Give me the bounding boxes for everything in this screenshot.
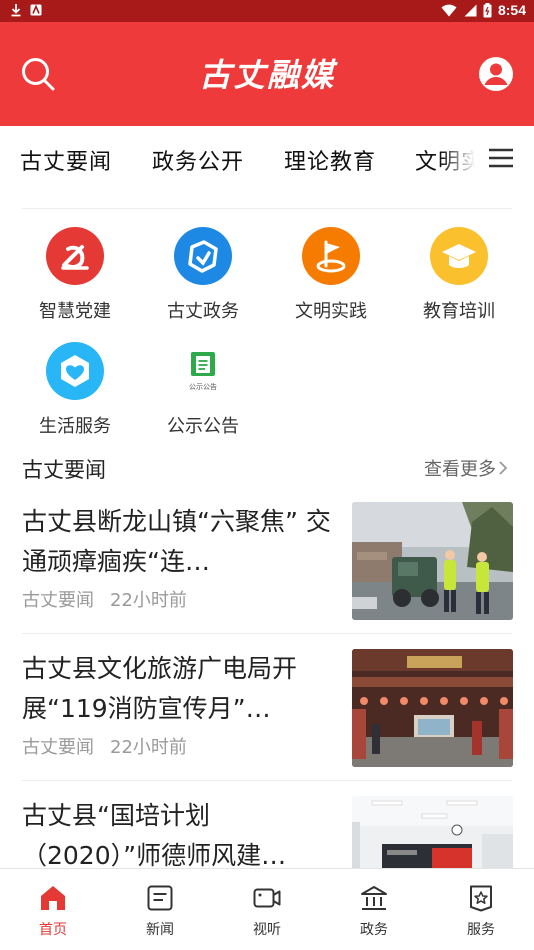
news-title: 古丈县文化旅游广电局开展“119消防宣传月”… — [22, 654, 298, 723]
nav-label: 新闻 — [146, 922, 174, 938]
quick-link-guzhang-gov[interactable]: 古丈政务 — [148, 227, 258, 327]
news-source: 古丈要闻 — [22, 737, 94, 758]
news-time: 22小时前 — [110, 590, 187, 611]
news-icon — [147, 885, 173, 911]
quick-link-label: 文明实践 — [295, 301, 367, 322]
bottom-navigation: 首页 新闻 视听 政务 服务 — [0, 868, 534, 950]
quick-link-label: 生活服务 — [39, 416, 111, 437]
nav-government[interactable]: 政务 — [344, 883, 404, 939]
news-title: 古丈县断龙山镇“六聚焦” 交通顽瘴痼疾“连… — [22, 507, 331, 576]
user-profile-button[interactable] — [478, 56, 514, 92]
quick-link-label: 公示公告 — [167, 416, 239, 437]
service-icon — [470, 885, 492, 912]
status-bar: 8:54 — [0, 0, 534, 22]
video-icon — [253, 888, 281, 908]
tab-strip: 古丈要闻 政务公开 理论教育 文明实 — [0, 126, 480, 192]
nav-news[interactable]: 新闻 — [130, 883, 190, 939]
nav-label: 服务 — [467, 922, 495, 938]
quick-link-label: 智慧党建 — [39, 301, 111, 322]
party-icon — [46, 227, 104, 285]
view-more-label: 查看更多 — [424, 459, 496, 480]
nav-label: 首页 — [39, 922, 67, 938]
tab-menu-button[interactable] — [488, 146, 514, 170]
chevron-right-icon — [499, 461, 508, 475]
user-icon — [479, 57, 513, 91]
quick-link-label: 古丈政务 — [167, 301, 239, 322]
notice-icon: 公示公告 — [174, 342, 232, 400]
nav-label: 政务 — [360, 922, 388, 938]
section-title: 古丈要闻 — [22, 458, 106, 482]
government-building-icon — [361, 886, 387, 910]
app-header: 古丈融媒 — [0, 22, 534, 126]
quick-link-public-notice[interactable]: 公示公告 公示公告 — [148, 342, 258, 442]
flag-icon — [302, 227, 360, 285]
nav-service[interactable]: 服务 — [451, 883, 511, 939]
graduation-cap-icon — [430, 227, 488, 285]
signal-icon — [464, 4, 477, 16]
news-thumbnail — [352, 502, 513, 620]
news-thumbnail — [352, 649, 513, 767]
download-icon — [11, 4, 21, 17]
app-notification-icon — [30, 4, 42, 16]
quick-link-life-service[interactable]: 生活服务 — [20, 342, 130, 442]
tab-government-affairs[interactable]: 政务公开 — [152, 144, 244, 176]
category-tabs: 古丈要闻 政务公开 理论教育 文明实 — [0, 126, 534, 192]
quick-link-civilization[interactable]: 文明实践 — [276, 227, 386, 327]
status-time: 8:54 — [497, 2, 526, 18]
tab-fade-overlay — [440, 126, 484, 192]
quick-link-label: 教育培训 — [423, 301, 495, 322]
battery-icon — [483, 2, 492, 17]
nav-video[interactable]: 视听 — [237, 883, 297, 939]
wifi-icon — [441, 4, 457, 17]
nav-label: 视听 — [253, 922, 281, 938]
news-time: 22小时前 — [110, 737, 187, 758]
heart-shield-icon — [46, 342, 104, 400]
news-item[interactable]: 古丈县断龙山镇“六聚焦” 交通顽瘴痼疾“连… 古丈要闻 22小时前 — [22, 502, 514, 648]
tab-guzhang-news[interactable]: 古丈要闻 — [20, 144, 112, 176]
home-icon — [41, 886, 65, 910]
app-root: 8:54 古丈融媒 古丈要闻 政务公开 理论教育 文明实 — [0, 0, 534, 950]
news-source: 古丈要闻 — [22, 590, 94, 611]
news-divider — [22, 780, 512, 781]
tab-theory-education[interactable]: 理论教育 — [284, 144, 376, 176]
app-logo: 古丈融媒 — [198, 56, 335, 94]
quick-link-smart-party[interactable]: 智慧党建 — [20, 227, 130, 327]
notice-icon-caption: 公示公告 — [189, 382, 217, 391]
news-title: 古丈县“国培计划（2020）”师德师风建… — [22, 801, 287, 870]
news-meta: 古丈要闻 22小时前 — [22, 733, 187, 759]
nav-home[interactable]: 首页 — [23, 883, 83, 939]
news-meta: 古丈要闻 22小时前 — [22, 586, 187, 612]
tabs-divider — [22, 208, 512, 209]
menu-icon — [489, 148, 513, 168]
government-icon — [174, 227, 232, 285]
news-divider — [22, 633, 512, 634]
quick-link-education[interactable]: 教育培训 — [404, 227, 514, 327]
view-more-link[interactable]: 查看更多 — [424, 455, 508, 481]
news-item[interactable]: 古丈县文化旅游广电局开展“119消防宣传月”… 古丈要闻 22小时前 — [22, 649, 514, 795]
